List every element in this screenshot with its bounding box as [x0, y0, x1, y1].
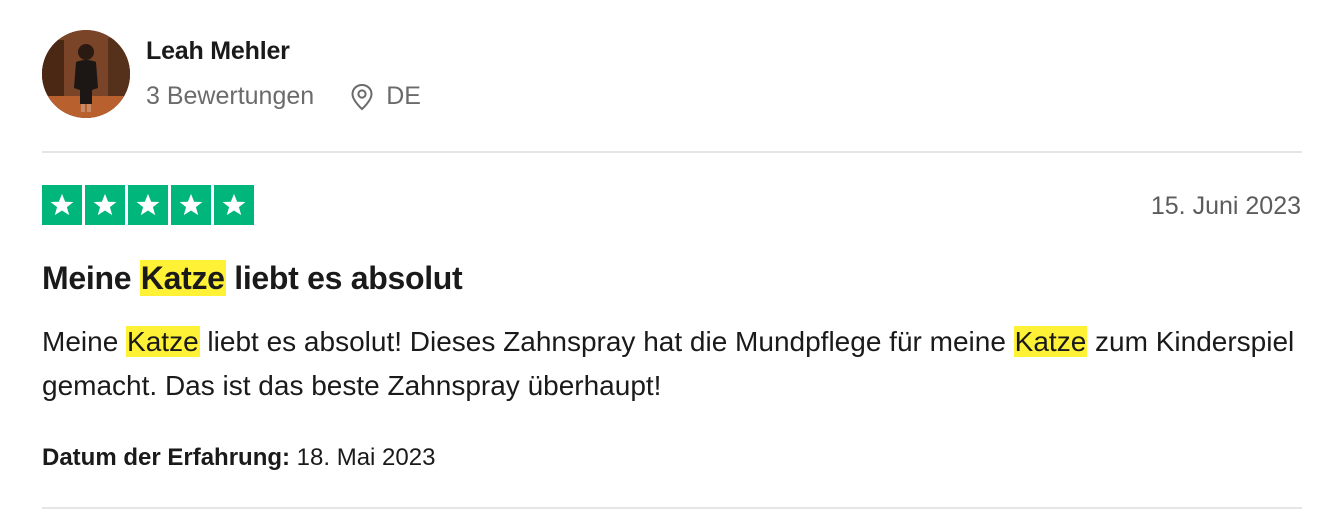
- review-card: Leah Mehler 3 Bewertungen DE 15. Juni 20…: [0, 0, 1334, 510]
- star-icon: [128, 185, 168, 225]
- experience-date-label: Datum der Erfahrung:: [42, 444, 291, 471]
- star-icon: [85, 185, 125, 225]
- review-title[interactable]: Meine Katze liebt es absolut: [42, 260, 463, 297]
- star-icon: [171, 185, 211, 225]
- review-date: 15. Juni 2023: [1150, 192, 1301, 220]
- star-icon: [214, 185, 254, 225]
- review-body-text: liebt es absolut! Dieses Zahnspray hat d…: [199, 326, 1014, 357]
- divider: [42, 507, 1302, 509]
- divider: [42, 151, 1302, 153]
- search-highlight: Katze: [126, 326, 200, 357]
- review-body-text: Meine: [42, 326, 127, 357]
- star-rating: [42, 185, 254, 225]
- search-highlight: Katze: [139, 260, 226, 296]
- star-icon: [42, 185, 82, 225]
- review-title-text: Meine: [42, 260, 140, 296]
- search-highlight: Katze: [1013, 326, 1088, 357]
- avatar[interactable]: [42, 30, 130, 118]
- review-body: Meine Katze liebt es absolut! Dieses Zah…: [42, 320, 1302, 408]
- review-count: 3 Bewertungen: [146, 82, 315, 110]
- reviewer-country: DE: [386, 82, 421, 110]
- reviewer-meta: 3 Bewertungen DE: [146, 82, 421, 111]
- experience-date-value: 18. Mai 2023: [290, 444, 436, 471]
- reviewer-name[interactable]: Leah Mehler: [146, 37, 290, 66]
- review-title-text: liebt es absolut: [225, 260, 463, 296]
- location-pin-icon: [350, 83, 374, 111]
- avatar-photo: [42, 30, 130, 118]
- experience-date-row: Datum der Erfahrung: 18. Mai 2023: [42, 444, 435, 472]
